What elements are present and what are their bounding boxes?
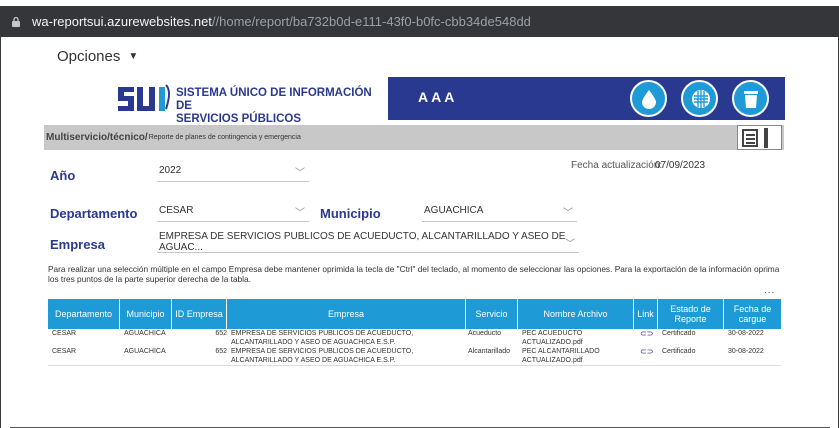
col-servicio[interactable]: Servicio [466,299,518,329]
col-fecha[interactable]: Fecha de cargue [724,299,781,329]
cell-municipio: AGUACHICA [124,348,166,355]
breadcrumb: Multiservicio/técnico/ Reporte de planes… [44,125,784,150]
municipio-value: AGUACHICA [424,205,484,216]
cell-id-empresa: 652 [215,330,227,337]
cell-estado: Certificado [662,330,696,337]
url-path: //home/report/ba732b0d-e111-43f0-b0fc-cb… [211,14,531,29]
fecha-value: 07/09/2023 [655,160,706,171]
cell-archivo: PEC ALCANTARILLADO ACTUALIZADO.pdf [522,348,600,364]
help-note: Para realizar una selección múltiple en … [48,264,780,284]
cell-departamento: CESAR [52,330,77,337]
trash-bin-icon[interactable] [732,80,769,117]
caret-down-icon: ▼ [128,51,139,62]
cell-municipio: AGUACHICA [124,330,166,337]
departamento-label: Departamento [50,206,138,221]
service-band: AAA [388,77,785,120]
lock-icon [12,16,20,27]
chevron-down-icon: ﹀ [295,168,305,179]
cell-estado: Certificado [662,348,696,355]
anio-label: Año [50,168,76,183]
municipio-label: Municipio [320,206,381,221]
link-icon[interactable]: ⊂⊃ [640,329,653,340]
anio-value: 2022 [159,165,182,176]
col-link[interactable]: Link [634,299,658,329]
sui-logo-mark [118,84,170,111]
fecha-label: Fecha actualización: [571,160,663,171]
sui-logo [116,81,174,121]
chevron-down-icon: ﹀ [563,208,573,219]
col-nombre-archivo[interactable]: Nombre Archivo [518,299,634,329]
cell-fecha: 30-08-2022 [728,348,764,355]
opciones-label: Opciones [57,48,121,65]
frame-bottom-border [10,424,830,428]
sewer-grate-icon[interactable] [681,80,718,117]
departamento-value: CESAR [159,205,194,216]
cell-archivo: PEC ACUEDUCTO ACTUALIZADO.pdf [522,330,583,346]
departamento-select[interactable]: CESAR ﹀ [157,200,309,222]
table-header: Departamento Municipio ID Empresa Empres… [48,299,781,329]
anio-select[interactable]: 2022 ﹀ [157,160,309,182]
empresa-value: EMPRESA DE SERVICIOS PUBLICOS DE ACUEDUC… [159,230,566,253]
col-departamento[interactable]: Departamento [48,299,120,329]
browser-address-bar[interactable]: wa-reportsui.azurewebsites.net//home/rep… [0,6,839,37]
chevron-down-icon: ﹀ [295,208,305,219]
cell-empresa: EMPRESA DE SERVICIOS PUBLICOS DE ACUEDUC… [231,348,414,364]
opciones-menu[interactable]: Opciones ▼ [57,48,138,65]
municipio-select[interactable]: AGUACHICA ﹀ [422,200,577,222]
table-row: CESAR AGUACHICA 652 EMPRESA DE SERVICIOS… [48,329,781,347]
col-estado[interactable]: Estado de Reporte [658,299,724,329]
cell-servicio: Acueducto [468,330,502,337]
screenshot: wa-reportsui.azurewebsites.net//home/rep… [0,0,839,428]
sui-brand: SISTEMA ÚNICO DE INFORMACIÓN DE SERVICIO… [106,77,388,138]
cell-id-empresa: 652 [215,348,227,355]
report-view-icon[interactable] [737,125,782,150]
table-row: CESAR AGUACHICA 652 EMPRESA DE SERVICIOS… [48,347,781,365]
cell-empresa: EMPRESA DE SERVICIOS PUBLICOS DE ACUEDUC… [231,330,414,346]
sui-title-line1: SISTEMA ÚNICO DE INFORMACIÓN DE [176,87,372,112]
more-options-button[interactable]: ... [764,285,775,296]
url-host: wa-reportsui.azurewebsites.net [32,14,212,29]
col-municipio[interactable]: Municipio [120,299,172,329]
cell-servicio: Alcantarillado [468,348,511,355]
link-icon[interactable]: ⊂⊃ [640,347,653,358]
report-table: Departamento Municipio ID Empresa Empres… [48,299,781,366]
chevron-down-icon: ﹀ [565,239,575,250]
cell-departamento: CESAR [52,348,77,355]
empresa-select[interactable]: EMPRESA DE SERVICIOS PUBLICOS DE ACUEDUC… [157,231,579,253]
empresa-label: Empresa [50,237,105,252]
breadcrumb-main: Multiservicio/técnico/ [46,132,148,143]
section-label: AAA [418,89,458,105]
breadcrumb-sub: Reporte de planes de contingencia y emer… [148,134,301,141]
cell-fecha: 30-08-2022 [728,330,764,337]
row-divider [48,365,781,366]
header-banner: SISTEMA ÚNICO DE INFORMACIÓN DE SERVICIO… [106,77,785,138]
url-text[interactable]: wa-reportsui.azurewebsites.net//home/rep… [32,14,531,29]
col-id-empresa[interactable]: ID Empresa [172,299,227,329]
col-empresa[interactable]: Empresa [227,299,466,329]
water-drop-icon[interactable] [630,80,667,117]
